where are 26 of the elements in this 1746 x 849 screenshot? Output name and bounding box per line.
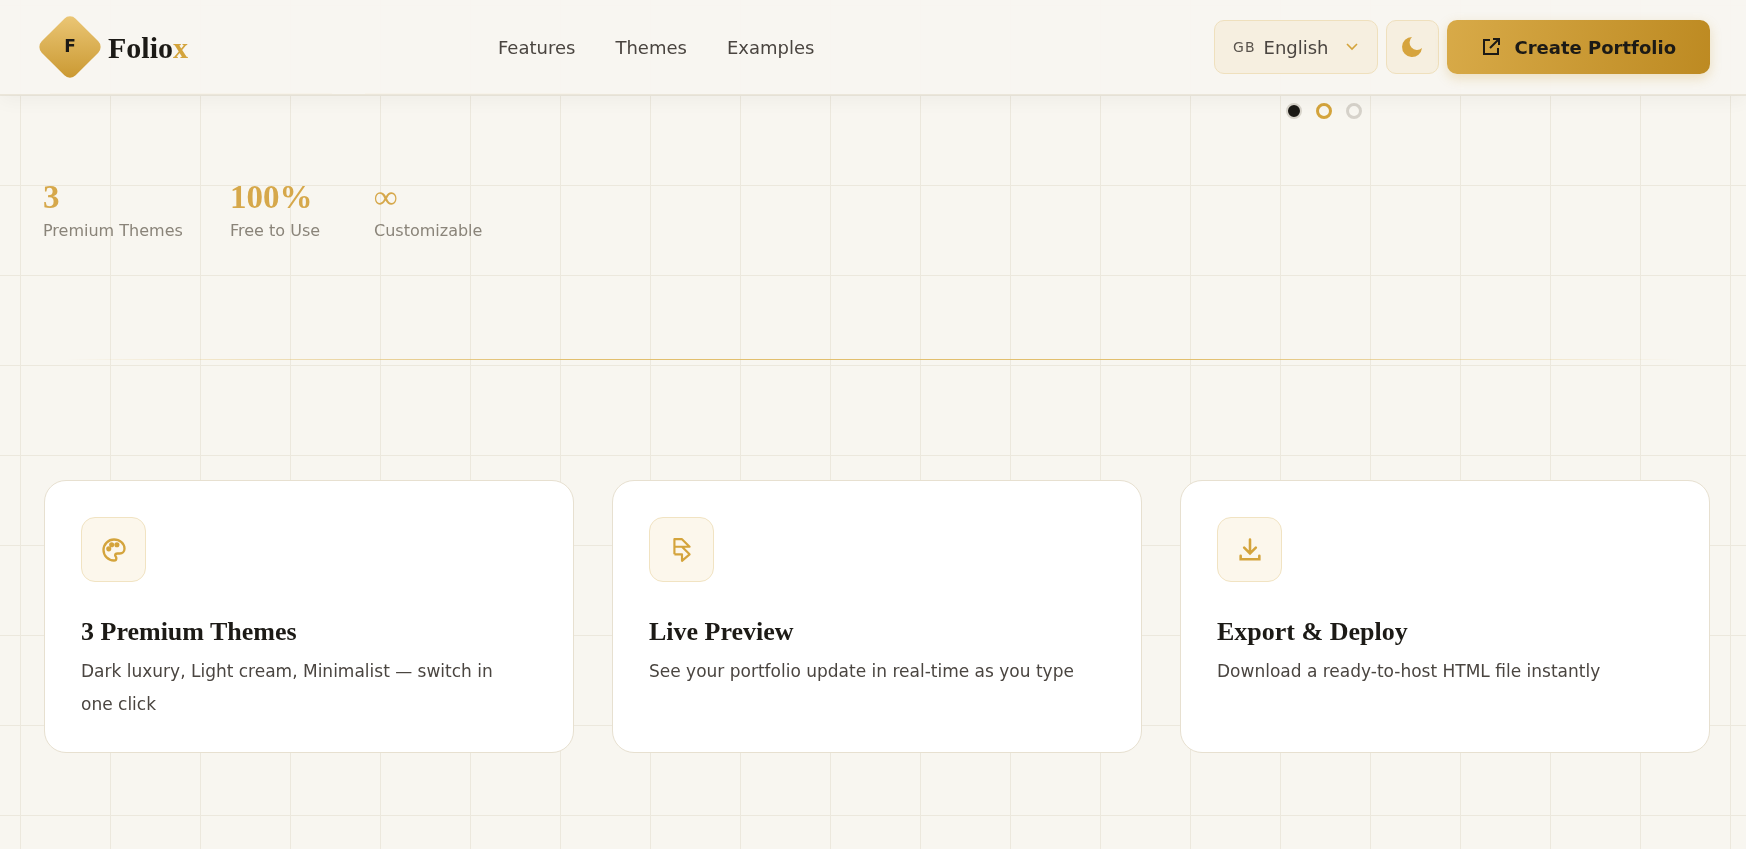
nav-link[interactable]: Examples <box>726 33 815 61</box>
nav-link[interactable]: Themes <box>615 33 687 61</box>
nav-link[interactable]: Features <box>498 33 576 61</box>
feature-description: Dark luxury, Light cream, Minimalist — switch in one click <box>81 660 494 717</box>
theme-toggle-button[interactable] <box>1385 20 1439 74</box>
language-selector[interactable]: GB English <box>1214 20 1378 74</box>
palette-icon <box>99 535 128 564</box>
stat-value: 3 <box>43 179 61 216</box>
stat-label: Premium Themes <box>43 220 184 243</box>
stat-label: Customizable <box>374 220 483 243</box>
moon-icon <box>1401 36 1424 58</box>
feature-title: 3 Premium Themes <box>81 616 298 648</box>
feature-description: Download a ready-to-host HTML file instantly <box>1217 660 1602 684</box>
create-portfolio-button[interactable]: Create Portfolio <box>1446 20 1710 74</box>
stat-value: 100% <box>230 179 314 216</box>
feature-title: Export & Deploy <box>1217 616 1409 648</box>
feature-description: See your portfolio update in real-time as you type <box>649 660 1075 684</box>
external-link-icon <box>1480 37 1501 57</box>
feature-title: Live Preview <box>649 616 795 648</box>
chevron-down-icon <box>1344 42 1359 52</box>
carousel-dot[interactable] <box>1316 103 1332 119</box>
stat-value: ∞ <box>374 179 399 216</box>
carousel-dot[interactable] <box>1346 103 1362 119</box>
brand-name[interactable]: Foliox <box>108 24 188 70</box>
stat-label: Free to Use <box>230 220 322 243</box>
carousel-dot[interactable] <box>1286 103 1302 119</box>
